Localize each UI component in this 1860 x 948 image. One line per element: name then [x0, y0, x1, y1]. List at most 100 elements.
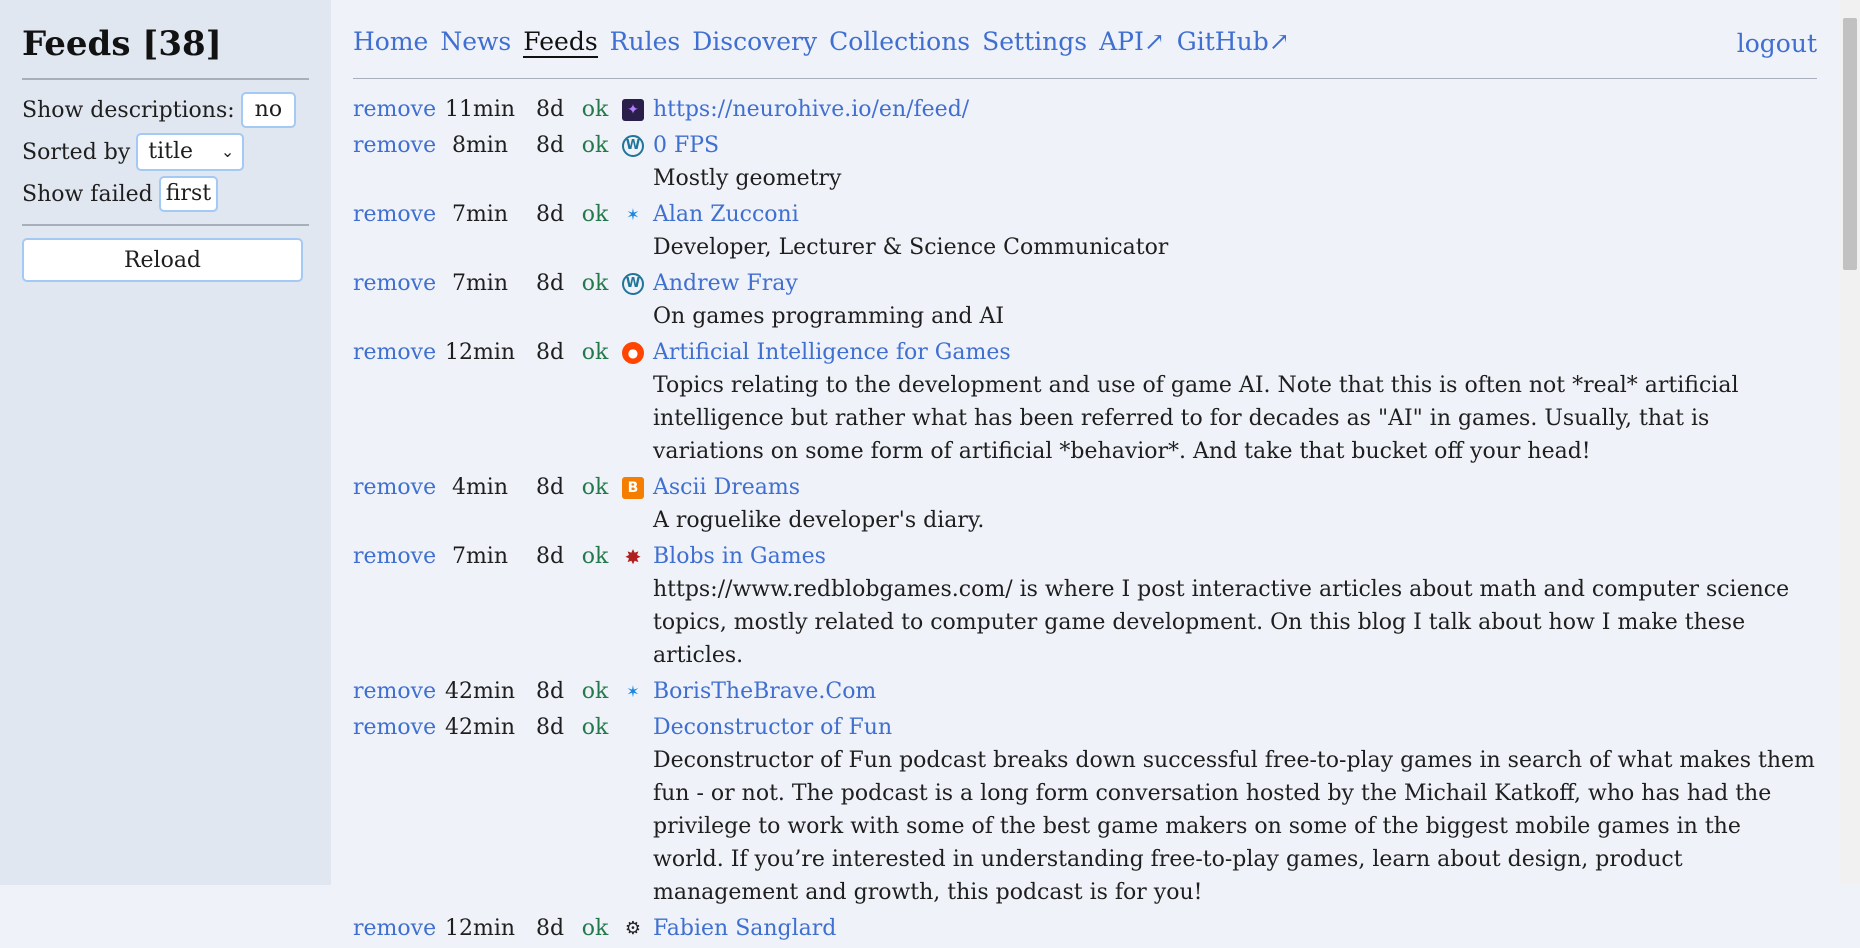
feed-title-link[interactable]: 0 FPS — [653, 129, 1817, 162]
feed-title-link[interactable]: https://neurohive.io/en/feed/ — [653, 93, 1817, 126]
feed-body: Alan Zucconi Developer, Lecturer & Scienc… — [653, 198, 1817, 264]
wordpress-icon: W — [622, 272, 644, 295]
feed-title-link[interactable]: Artificial Intelligence for Games — [653, 336, 1817, 369]
nav-item-collections: Collections — [829, 26, 970, 58]
feed-age: 7min — [451, 544, 509, 569]
remove-feed-link[interactable]: remove — [353, 675, 437, 708]
nav-link-feeds[interactable]: Feeds — [523, 27, 598, 58]
remove-feed-link[interactable]: remove — [353, 471, 437, 504]
nav-link-collections[interactable]: Collections — [829, 27, 970, 56]
feed-row: remove 7min 8d ok W Andrew Fray On games progr… — [353, 267, 1817, 333]
sorted-by-label: Sorted by — [22, 139, 131, 165]
show-failed-toggle[interactable]: first — [158, 176, 219, 212]
remove-feed-link[interactable]: remove — [353, 912, 437, 945]
feed-row: remove 8min 8d ok W 0 FPS Mostly geometry — [353, 129, 1817, 195]
feed-status: ok — [581, 715, 609, 740]
show-failed-label: Show failed — [22, 181, 153, 207]
feed-row: remove 7min 8d ok ✶ Alan Zucconi Developer, Le… — [353, 198, 1817, 264]
remove-feed-link[interactable]: remove — [353, 711, 437, 744]
nav-item-api: API↗ — [1099, 26, 1165, 58]
neurohive-icon: ✦ — [622, 98, 644, 121]
scrollbar[interactable] — [1840, 0, 1860, 885]
feed-status: ok — [581, 679, 609, 704]
feed-icon-cell: W — [613, 129, 653, 162]
sorted-by-select[interactable]: title ⌄ — [136, 133, 245, 171]
feed-body: Ascii Dreams A roguelike developer's diar… — [653, 471, 1817, 537]
remove-feed-link[interactable]: remove — [353, 540, 437, 573]
feed-status: ok — [581, 271, 609, 296]
remove-feed-link[interactable]: remove — [353, 198, 437, 231]
feed-days: 8d — [535, 679, 565, 704]
remove-feed-link[interactable]: remove — [353, 267, 437, 300]
nav-link-rules[interactable]: Rules — [610, 27, 681, 56]
feed-age: 12min — [444, 340, 516, 365]
nav-item-news: News — [440, 26, 511, 58]
feed-status: ok — [581, 916, 609, 941]
nav-link-home[interactable]: Home — [353, 27, 428, 56]
feed-icon-cell: ✸ — [613, 540, 653, 573]
show-descriptions-label: Show descriptions: — [22, 97, 235, 123]
feed-icon-cell: ✦ — [613, 93, 653, 126]
nav-item-rules: Rules — [610, 26, 681, 58]
feed-title-link[interactable]: Andrew Fray — [653, 267, 1817, 300]
nav-link-discovery[interactable]: Discovery — [692, 27, 817, 56]
feed-status: ok — [581, 133, 609, 158]
nav-link-news[interactable]: News — [440, 27, 511, 56]
feed-body: Fabien Sanglard — [653, 912, 1817, 945]
feed-days: 8d — [535, 271, 565, 296]
feed-days: 8d — [535, 715, 565, 740]
nav-link-settings[interactable]: Settings — [982, 27, 1087, 56]
sidebar-divider — [22, 224, 309, 226]
feed-status: ok — [581, 97, 609, 122]
show-descriptions-row: Show descriptions: no — [22, 92, 309, 128]
feed-title-link[interactable]: Ascii Dreams — [653, 471, 1817, 504]
feed-body: Artificial Intelligence for Games Topics … — [653, 336, 1817, 468]
feed-body: 0 FPS Mostly geometry — [653, 129, 1817, 195]
feed-days: 8d — [535, 916, 565, 941]
star-icon: ✶ — [626, 204, 640, 224]
feed-days: 8d — [535, 133, 565, 158]
logout-link[interactable]: logout — [1737, 28, 1817, 60]
nav-list: Home News Feeds Rules Discovery Collections Se… — [353, 26, 1302, 58]
gear-icon: ⚙ — [624, 917, 642, 939]
remove-feed-link[interactable]: remove — [353, 129, 437, 162]
sidebar-divider — [22, 78, 309, 80]
reload-button[interactable]: Reload — [22, 238, 303, 282]
feed-title-link[interactable]: BorisTheBrave.Com — [653, 675, 1817, 708]
feed-body: Andrew Fray On games programming and AI — [653, 267, 1817, 333]
feed-icon-cell: ✶ — [613, 675, 653, 708]
feed-icon-cell: ⚙ — [613, 912, 653, 945]
feed-age: 42min — [444, 715, 516, 740]
feed-age: 7min — [451, 202, 509, 227]
feed-row: remove 12min 8d ok ● Artificial Intelligence … — [353, 336, 1817, 468]
feed-days: 8d — [535, 544, 565, 569]
blogger-icon: B — [622, 476, 644, 499]
feed-row: remove 7min 8d ok ✸ Blobs in Games https://www… — [353, 540, 1817, 672]
sidebar: Feeds [38] Show descriptions: no Sorted … — [0, 0, 331, 885]
feed-icon-cell: W — [613, 267, 653, 300]
feed-title-link[interactable]: Deconstructor of Fun — [653, 711, 1817, 744]
scrollbar-thumb[interactable] — [1843, 18, 1857, 270]
nav-link-api[interactable]: API↗ — [1099, 27, 1165, 56]
feed-title-link[interactable]: Fabien Sanglard — [653, 912, 1817, 945]
feed-age: 4min — [451, 475, 509, 500]
feed-title-link[interactable]: Alan Zucconi — [653, 198, 1817, 231]
feed-age: 7min — [451, 271, 509, 296]
remove-feed-link[interactable]: remove — [353, 93, 437, 126]
top-nav: Home News Feeds Rules Discovery Collections Se… — [353, 0, 1817, 79]
feed-title-link[interactable]: Blobs in Games — [653, 540, 1817, 573]
feed-body: Deconstructor of Fun Deconstructor of Fun… — [653, 711, 1817, 909]
feed-description: https://www.redblobgames.com/ is where I… — [653, 577, 1790, 668]
feed-age: 11min — [444, 97, 516, 122]
show-descriptions-toggle[interactable]: no — [240, 92, 297, 128]
nav-link-github[interactable]: GitHub↗ — [1177, 27, 1290, 56]
chevron-down-icon: ⌄ — [220, 142, 235, 161]
feed-row: remove 42min 8d ok ✶ BorisTheBrave.Com — [353, 675, 1817, 708]
feed-body: Blobs in Games https://www.redblobgames.c… — [653, 540, 1817, 672]
feed-icon-cell — [613, 711, 653, 744]
show-failed-row: Show failed first — [22, 176, 309, 212]
nav-item-discovery: Discovery — [692, 26, 817, 58]
remove-feed-link[interactable]: remove — [353, 336, 437, 369]
feed-status: ok — [581, 544, 609, 569]
page-title: Feeds [38] — [22, 24, 222, 64]
